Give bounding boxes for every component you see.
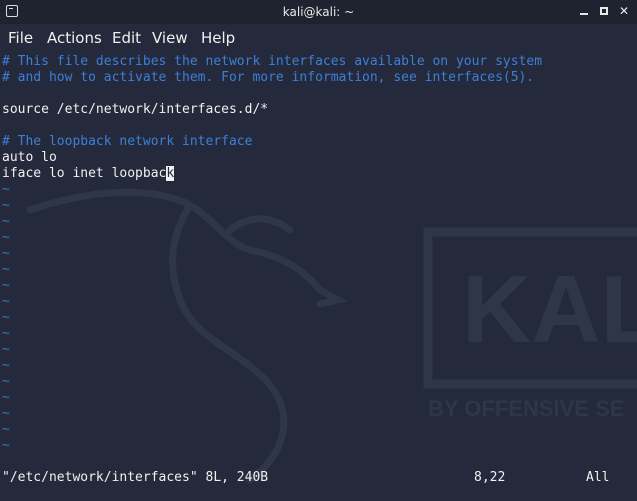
editor-line: # The loopback network interface [2,134,253,149]
maximize-icon[interactable] [596,3,612,19]
empty-line-marker: ~ [2,246,10,261]
close-icon[interactable]: ✕ [616,3,632,19]
empty-line-marker: ~ [2,406,10,421]
window-title: kali@kali: ~ [282,5,355,19]
empty-line-marker: ~ [2,294,10,309]
terminal-window: KALI BY OFFENSIVE SE kali@kali: ~ ✕ File… [0,0,637,501]
editor-line: # and how to activate them. For more inf… [2,70,535,85]
empty-line-marker: ~ [2,182,10,197]
empty-line-marker: ~ [2,438,10,453]
menu-view[interactable]: View [152,29,188,47]
vim-editor[interactable]: # This file describes the network interf… [0,54,637,464]
menu-help[interactable]: Help [201,29,235,47]
title-bar[interactable]: kali@kali: ~ ✕ [0,0,637,24]
empty-line-marker: ~ [2,326,10,341]
empty-line-marker: ~ [2,374,10,389]
editor-line: auto lo [2,150,57,165]
minimize-icon[interactable] [576,3,592,19]
empty-line-marker: ~ [2,262,10,277]
empty-line-marker: ~ [2,390,10,405]
editor-line-text: iface lo inet loopbac [2,166,167,181]
empty-line-marker: ~ [2,310,10,325]
empty-line-marker: ~ [2,342,10,357]
scroll-indicator: All [586,470,610,485]
empty-line-marker: ~ [2,198,10,213]
menu-file[interactable]: File [8,29,33,47]
empty-line-marker: ~ [2,278,10,293]
menu-bar: File Actions Edit View Help [0,24,637,52]
empty-line-marker: ~ [2,358,10,373]
vim-status-line: "/etc/network/interfaces" 8L, 240B 8,22 … [0,470,637,488]
editor-line: # This file describes the network interf… [2,54,543,69]
text-cursor: k [166,166,175,181]
editor-cursor-line: iface lo inet loopback [2,166,175,182]
file-info: "/etc/network/interfaces" 8L, 240B [2,470,269,485]
editor-line: source /etc/network/interfaces.d/* [2,102,269,117]
cursor-position: 8,22 [474,470,506,485]
empty-line-marker: ~ [2,214,10,229]
empty-line-marker: ~ [2,422,10,437]
menu-edit[interactable]: Edit [112,29,141,47]
menu-actions[interactable]: Actions [47,29,102,47]
empty-line-marker: ~ [2,230,10,245]
